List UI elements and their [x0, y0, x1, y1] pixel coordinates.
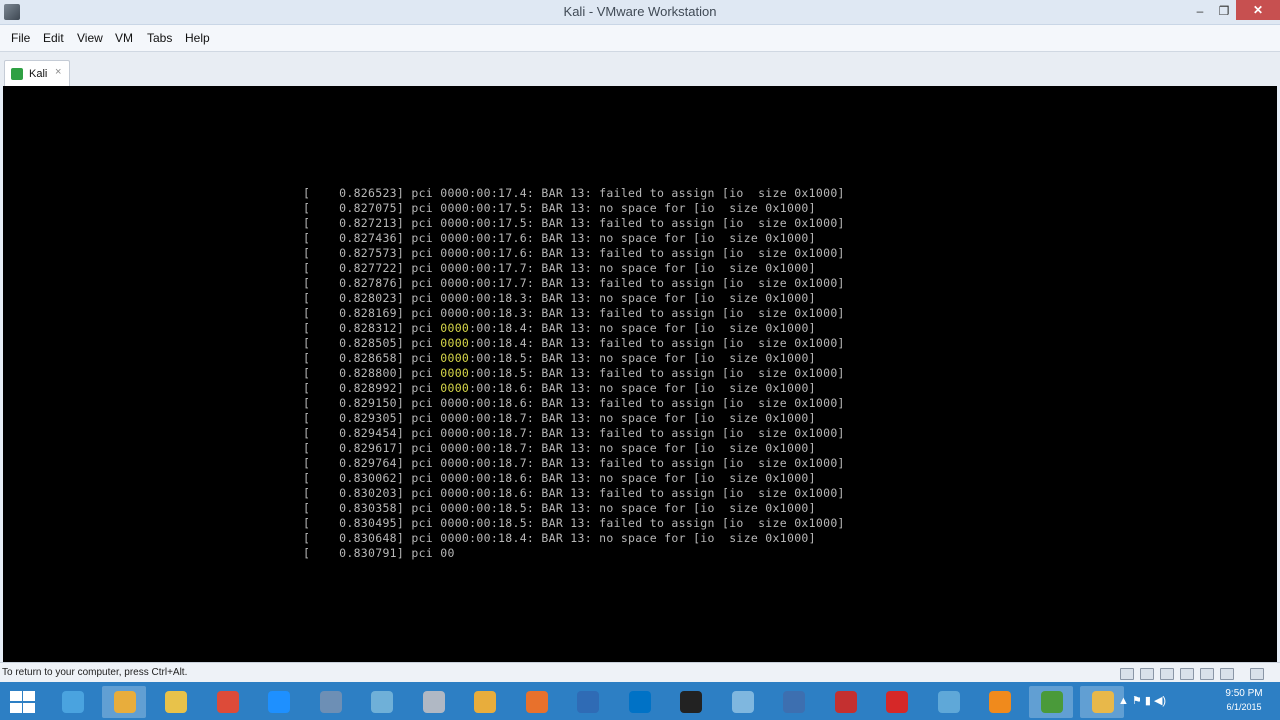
window-title: Kali - VMware Workstation: [563, 4, 717, 19]
log-line: [ 0.828505] pci 0000:00:18.4: BAR 13: fa…: [303, 336, 845, 350]
globe-icon: [1040, 691, 1063, 713]
taskbar-globe-button[interactable]: [1028, 686, 1073, 718]
log-line: [ 0.827722] pci 0000:00:17.7: BAR 13: no…: [303, 261, 816, 275]
menu-view[interactable]: View: [77, 31, 103, 45]
log-line: [ 0.828023] pci 0000:00:18.3: BAR 13: no…: [303, 291, 816, 305]
close-button[interactable]: ✕: [1236, 0, 1280, 20]
no-entry-icon: [834, 691, 857, 713]
command-prompt-icon: [680, 691, 702, 713]
internet-explorer-icon: [268, 691, 290, 713]
menu-vm[interactable]: VM: [115, 31, 133, 45]
wifi-icon: [937, 691, 960, 713]
log-line: [ 0.828992] pci 0000:00:18.6: BAR 13: no…: [303, 381, 816, 395]
log-line: [ 0.827573] pci 0000:00:17.6: BAR 13: fa…: [303, 246, 845, 260]
log-line: [ 0.830648] pci 0000:00:18.4: BAR 13: no…: [303, 531, 816, 545]
taskbar-photo-button[interactable]: [411, 686, 455, 718]
vm-console[interactable]: [ 0.826523] pci 0000:00:17.4: BAR 13: fa…: [3, 86, 1277, 662]
log-line: [ 0.830062] pci 0000:00:18.6: BAR 13: no…: [303, 471, 816, 485]
firefox-icon: [525, 691, 548, 713]
folder-icon: [1092, 691, 1114, 713]
taskbar-outlook-button[interactable]: [617, 686, 661, 718]
tab-strip: Kali ×: [0, 52, 1280, 87]
tab-label: Kali: [29, 68, 48, 80]
clock-date[interactable]: 6/1/2015: [1214, 702, 1274, 712]
virtualbox-icon: [319, 691, 342, 713]
taskbar-file-explorer-button[interactable]: [153, 686, 197, 718]
log-line: [ 0.830791] pci 00: [303, 546, 455, 560]
log-line: [ 0.827436] pci 0000:00:17.6: BAR 13: no…: [303, 231, 816, 245]
tray-icons[interactable]: ▲ ⚑ ▮ ◀): [1118, 694, 1166, 707]
chrome-icon: [216, 691, 239, 713]
log-line: [ 0.828169] pci 0000:00:18.3: BAR 13: fa…: [303, 306, 845, 320]
network-icon: [371, 691, 393, 713]
vmware-icon: [783, 691, 805, 713]
status-bar: To return to your computer, press Ctrl+A…: [0, 662, 1280, 683]
log-line: [ 0.827075] pci 0000:00:17.5: BAR 13: no…: [303, 201, 816, 215]
usb-icon[interactable]: [1180, 668, 1194, 680]
log-line: [ 0.830203] pci 0000:00:18.6: BAR 13: fa…: [303, 486, 845, 500]
taskbar-wifi-button[interactable]: [926, 686, 970, 718]
sharing-icon: [62, 691, 84, 713]
log-line: [ 0.828312] pci 0000:00:18.4: BAR 13: no…: [303, 321, 816, 335]
title-bar: Kali - VMware Workstation – ❐ ✕: [0, 0, 1280, 25]
log-line: [ 0.830358] pci 0000:00:18.5: BAR 13: no…: [303, 501, 816, 515]
menu-bar: File Edit View VM Tabs Help: [0, 25, 1280, 52]
taskbar-remote-desktop-button[interactable]: [565, 686, 609, 718]
menu-help[interactable]: Help: [185, 31, 210, 45]
remote-desktop-icon: [577, 691, 599, 713]
tab-kali[interactable]: Kali ×: [4, 60, 70, 87]
menu-tabs[interactable]: Tabs: [147, 31, 172, 45]
maximize-button[interactable]: ❐: [1210, 0, 1238, 22]
photo-icon: [422, 691, 445, 713]
log-line: [ 0.828658] pci 0000:00:18.5: BAR 13: no…: [303, 351, 816, 365]
outlook-icon: [628, 691, 651, 713]
status-text: To return to your computer, press Ctrl+A…: [2, 667, 188, 678]
taskbar-command-prompt-button[interactable]: [668, 686, 712, 718]
log-line: [ 0.828800] pci 0000:00:18.5: BAR 13: fa…: [303, 366, 845, 380]
vlc-icon: [989, 691, 1011, 713]
taskbar-vmware-button[interactable]: [771, 686, 815, 718]
taskbar-virtualbox-button[interactable]: [308, 686, 352, 718]
kali-vm-icon: [113, 691, 136, 713]
menu-file[interactable]: File: [11, 31, 30, 45]
taskbar-vlc-button[interactable]: [977, 686, 1021, 718]
taskbar-chrome-button[interactable]: [205, 686, 249, 718]
log-line: [ 0.829617] pci 0000:00:18.7: BAR 13: no…: [303, 441, 816, 455]
hard-disk-icon[interactable]: [1120, 668, 1134, 680]
display-icon[interactable]: [1250, 668, 1264, 680]
log-line: [ 0.829150] pci 0000:00:18.6: BAR 13: fa…: [303, 396, 845, 410]
clock-time[interactable]: 9:50 PM: [1214, 688, 1274, 699]
taskbar-firefox-button[interactable]: [514, 686, 558, 718]
vm-icon: [11, 68, 23, 80]
menu-edit[interactable]: Edit: [43, 31, 64, 45]
log-line: [ 0.829764] pci 0000:00:18.7: BAR 13: fa…: [303, 456, 845, 470]
taskbar-internet-explorer-button[interactable]: [256, 686, 300, 718]
printer-icon[interactable]: [1200, 668, 1214, 680]
taskbar-kali-vm-button[interactable]: [101, 686, 146, 718]
notepad-icon: [731, 691, 754, 713]
file-explorer-icon: [165, 691, 187, 713]
tab-close-icon[interactable]: ×: [55, 66, 61, 78]
cd-drive-icon[interactable]: [1140, 668, 1154, 680]
start-icon[interactable]: [8, 690, 36, 714]
log-line: [ 0.830495] pci 0000:00:18.5: BAR 13: fa…: [303, 516, 845, 530]
log-line: [ 0.829454] pci 0000:00:18.7: BAR 13: fa…: [303, 426, 845, 440]
taskbar-network-button[interactable]: [359, 686, 403, 718]
taskbar-media-player-button[interactable]: [462, 686, 506, 718]
taskbar: ▲ ⚑ ▮ ◀) 9:50 PM 6/1/2015: [0, 682, 1280, 720]
log-line: [ 0.827213] pci 0000:00:17.5: BAR 13: fa…: [303, 216, 845, 230]
taskbar-no-entry-button[interactable]: [823, 686, 867, 718]
recorder-icon: [886, 691, 908, 713]
boot-log: [ 0.826523] pci 0000:00:17.4: BAR 13: fa…: [303, 186, 845, 561]
log-line: [ 0.827876] pci 0000:00:17.7: BAR 13: fa…: [303, 276, 845, 290]
taskbar-sharing-button[interactable]: [50, 686, 94, 718]
network-adapter-icon[interactable]: [1160, 668, 1174, 680]
log-line: [ 0.829305] pci 0000:00:18.7: BAR 13: no…: [303, 411, 816, 425]
taskbar-recorder-button[interactable]: [874, 686, 918, 718]
media-player-icon: [474, 691, 496, 713]
log-line: [ 0.826523] pci 0000:00:17.4: BAR 13: fa…: [303, 186, 845, 200]
sound-icon[interactable]: [1220, 668, 1234, 680]
taskbar-notepad-button[interactable]: [720, 686, 764, 718]
